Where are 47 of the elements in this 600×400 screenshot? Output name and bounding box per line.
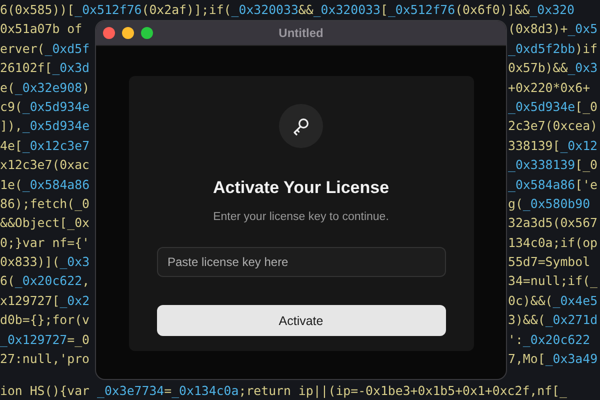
code-line: _0x5d934e[_0 <box>508 98 599 116</box>
code-line: g(_0x580b90 <box>508 194 592 213</box>
window-title: Untitled <box>278 26 324 40</box>
code-line: 26102f[_0x3d <box>0 59 90 78</box>
code-line: c9(_0x5d934e <box>0 98 90 116</box>
code-line: 32a3d5(0x567 <box>508 214 599 232</box>
code-line: _0x584a86['e <box>508 176 599 194</box>
code-line: 34=null;if(_ <box>508 272 599 290</box>
code-line: x129727[_0x2 <box>0 292 90 310</box>
code-line: erver(_0xd5f <box>0 40 90 58</box>
code-line: 134c0a;if(op <box>508 234 599 252</box>
close-button[interactable] <box>103 27 115 39</box>
activate-button[interactable]: Activate <box>156 305 446 336</box>
code-line: ':_0x20c622 <box>508 330 592 349</box>
code-line: 27:null,'pro <box>0 350 90 368</box>
code-line: 6(_0x20c622, <box>0 272 90 290</box>
code-line: 2c3e7(0xcea) <box>508 117 599 136</box>
code-line: 6(0x585))[_0x512f76(0x2af)];if(_0x320033&&_0x320033[_0x512f76(0x6f0)]&&_0x320 <box>0 1 574 19</box>
zoom-button[interactable] <box>141 27 153 39</box>
dialog-title: Activate Your License <box>212 178 390 198</box>
code-line: 0x57b)&&_0x3 <box>508 59 599 78</box>
code-line: 1e(_0x584a86 <box>0 176 90 194</box>
code-line: &&Object[_0x <box>0 214 90 232</box>
code-line: 0;}var nf={' <box>0 234 90 252</box>
code-line: 338139[_0x12 <box>508 136 599 155</box>
code-line: 86);fetch(_0 <box>0 194 90 213</box>
code-line: 0c)&&(_0x4e5 <box>508 292 599 310</box>
code-line: +0x220*0x6+ <box>508 78 592 97</box>
code-line: 55d7=Symbol <box>508 253 592 272</box>
code-line: e(_0x32e908) <box>0 78 90 97</box>
license-key-field[interactable]: Paste license key here <box>156 247 446 277</box>
code-line: _0xd5f2bb)if <box>508 40 599 58</box>
code-line: ion HS(){var _0x3e7734=_0x134c0a;return ip||(ip=-0x1be3+0x1b5+0x1+0xc2f,nf[_ <box>0 382 567 400</box>
code-line: (0x8d3)+_0x5 <box>508 20 599 38</box>
key-icon <box>291 116 311 136</box>
code-line: ]),_0x5d934e <box>0 117 90 136</box>
code-line: 7,Mo[_0x3a49 <box>508 350 599 368</box>
dialog-subtitle: Enter your license key to continue. <box>213 211 389 223</box>
code-line: 3)&&(_0x271d <box>508 311 599 330</box>
minimize-button[interactable] <box>122 27 134 39</box>
code-line: d0b={};for(v <box>0 311 90 330</box>
code-line: 0x833)](_0x3 <box>0 253 90 272</box>
code-line: _0x129727=_0 <box>0 330 90 349</box>
code-line: _0x338139[_0 <box>508 156 599 174</box>
code-line: x12c3e7(0xac <box>0 156 90 174</box>
code-line: 0x51a07b of <box>0 20 82 38</box>
code-line: 4e[_0x12c3e7 <box>0 136 90 155</box>
